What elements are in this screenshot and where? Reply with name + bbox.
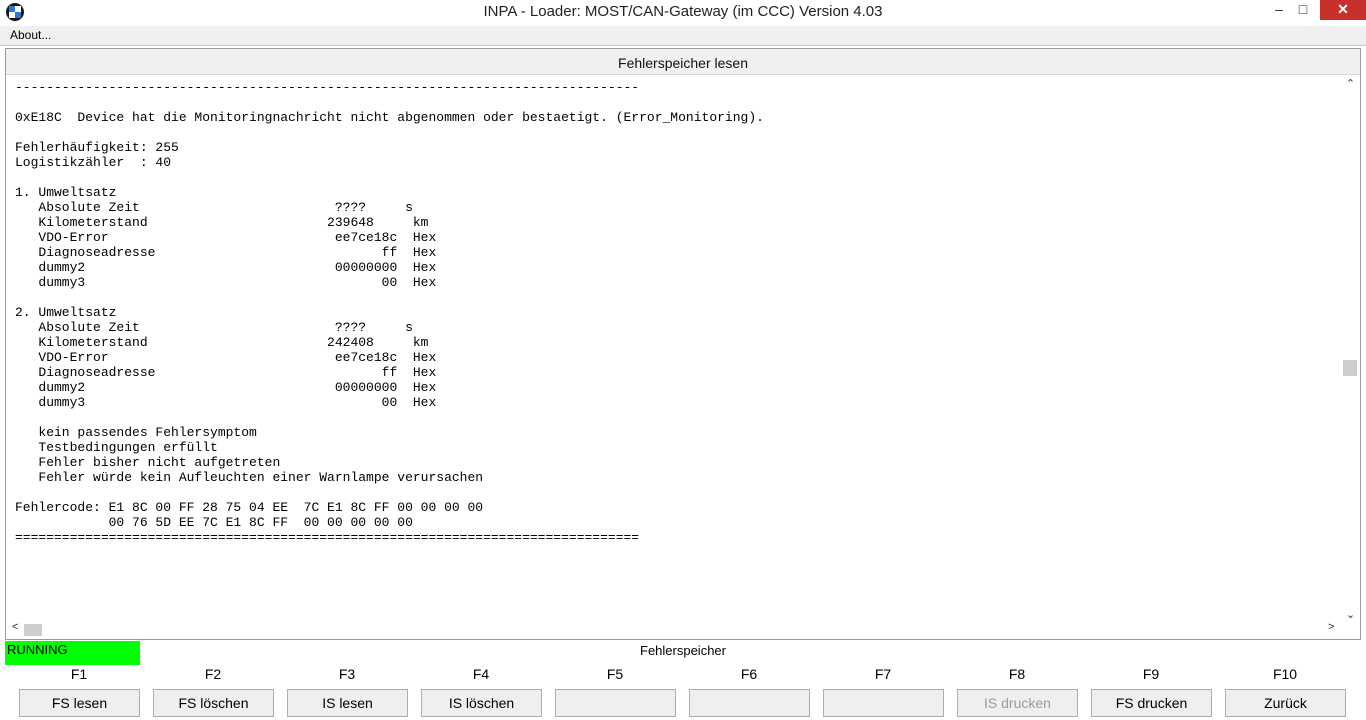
- scroll-left-icon[interactable]: <: [12, 621, 18, 633]
- output-line: Kilometerstand 239648 km: [15, 215, 429, 230]
- title-bar: INPA - Loader: MOST/CAN-Gateway (im CCC)…: [0, 0, 1366, 26]
- output-line: Logistikzähler : 40: [15, 155, 172, 170]
- vertical-scroll-thumb[interactable]: [1343, 360, 1357, 376]
- fkey-button-f4[interactable]: IS löschen: [421, 689, 542, 717]
- fkey-button-f5[interactable]: [555, 689, 676, 717]
- fkey-button-f9[interactable]: FS drucken: [1091, 689, 1212, 717]
- panel-title: Fehlerspeicher lesen: [6, 49, 1360, 75]
- output-line: Fehler würde kein Aufleuchten einer Warn…: [15, 470, 484, 485]
- output-line: dummy3 00 Hex: [15, 395, 437, 410]
- horizontal-scroll-thumb[interactable]: [24, 624, 42, 636]
- output-line: Absolute Zeit ???? s: [15, 200, 413, 215]
- output-line: dummy2 00000000 Hex: [15, 380, 437, 395]
- output-line: Fehler bisher nicht aufgetreten: [15, 455, 281, 470]
- scroll-up-icon[interactable]: ⌃: [1341, 77, 1360, 90]
- fkey-label-f6: F6: [740, 666, 758, 682]
- function-key-bar: F1 FS lesen F2 FS löschen F3 IS lesen F4 IS lös…: [0, 665, 1366, 720]
- output-line: Diagnoseadresse ff Hex: [15, 365, 437, 380]
- fkey-button-f3[interactable]: IS lesen: [287, 689, 408, 717]
- output-line: kein passendes Fehlersymptom: [15, 425, 257, 440]
- output-line: Kilometerstand 242408 km: [15, 335, 429, 350]
- fkey-button-f1[interactable]: FS lesen: [19, 689, 140, 717]
- output-line: VDO-Error ee7ce18c Hex: [15, 350, 437, 365]
- fkey-label-f5: F5: [606, 666, 624, 682]
- maximize-button[interactable]: □: [1290, 0, 1316, 22]
- output-line: Diagnoseadresse ff Hex: [15, 245, 437, 260]
- fkey-button-f7[interactable]: [823, 689, 944, 717]
- vertical-scrollbar[interactable]: ⌃ ⌄: [1341, 75, 1360, 623]
- output-line: dummy2 00000000 Hex: [15, 260, 437, 275]
- fkey-label-f1: F1: [70, 666, 88, 682]
- output-line: 2. Umweltsatz: [15, 305, 117, 320]
- output-line: 1. Umweltsatz: [15, 185, 117, 200]
- output-line: Absolute Zeit ???? s: [15, 320, 413, 335]
- output-line: 0xE18C Device hat die Monitoringnachrich…: [15, 110, 764, 125]
- menu-bar: About...: [0, 26, 1366, 46]
- fkey-label-f10: F10: [1272, 666, 1298, 682]
- fkey-button-f6[interactable]: [689, 689, 810, 717]
- status-bar: RUNNING Fehlerspeicher: [5, 641, 1361, 665]
- horizontal-scrollbar[interactable]: < >: [6, 621, 1341, 638]
- output-line: dummy3 00 Hex: [15, 275, 437, 290]
- status-title: Fehlerspeicher: [640, 643, 726, 658]
- scroll-right-icon[interactable]: >: [1328, 621, 1334, 633]
- fkey-label-f3: F3: [338, 666, 356, 682]
- output-text: ----------------------------------------…: [15, 80, 1335, 620]
- output-line: Fehlercode: E1 8C 00 FF 28 75 04 EE 7C E…: [15, 500, 484, 515]
- fkey-button-f8[interactable]: IS drucken: [957, 689, 1078, 717]
- window-title: INPA - Loader: MOST/CAN-Gateway (im CCC)…: [483, 3, 883, 20]
- fkey-label-f2: F2: [204, 666, 222, 682]
- output-line: Fehlerhäufigkeit: 255: [15, 140, 179, 155]
- fkey-label-f8: F8: [1008, 666, 1026, 682]
- menu-about[interactable]: About...: [10, 28, 51, 42]
- fkey-label-f4: F4: [472, 666, 490, 682]
- output-frame: Fehlerspeicher lesen -------------------…: [5, 48, 1361, 640]
- output-line: 00 76 5D EE 7C E1 8C FF 00 00 00 00 00: [15, 515, 413, 530]
- close-button[interactable]: ✕: [1320, 0, 1366, 20]
- output-line: ========================================…: [15, 530, 640, 545]
- fkey-label-f9: F9: [1142, 666, 1160, 682]
- fkey-button-f10[interactable]: Zurück: [1225, 689, 1346, 717]
- fkey-label-f7: F7: [874, 666, 892, 682]
- scroll-down-icon[interactable]: ⌄: [1341, 608, 1360, 621]
- output-line: ----------------------------------------…: [15, 80, 640, 95]
- output-line: VDO-Error ee7ce18c Hex: [15, 230, 437, 245]
- fkey-button-f2[interactable]: FS löschen: [153, 689, 274, 717]
- output-line: Testbedingungen erfüllt: [15, 440, 218, 455]
